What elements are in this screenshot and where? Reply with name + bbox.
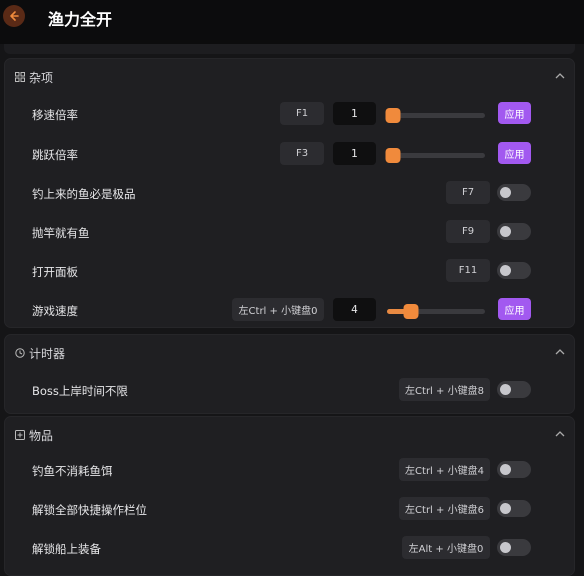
hotkey-badge: 左Ctrl + 小键盘4 (399, 458, 490, 481)
toggle-switch[interactable] (497, 184, 531, 201)
row-no-bait-consume: 钓鱼不消耗鱼饵 左Ctrl + 小键盘4 (5, 456, 574, 486)
slider-thumb[interactable] (385, 108, 401, 123)
hotkey-badge: F1 (280, 102, 324, 125)
section-items-header[interactable]: 物品 (5, 417, 574, 453)
toggle-switch[interactable] (497, 381, 531, 398)
section-timer-header[interactable]: 计时器 (5, 335, 574, 371)
chevron-up-icon[interactable] (555, 348, 565, 356)
row-label: 解锁船上装备 (32, 542, 101, 556)
row-open-panel: 打开面板 F11 (5, 257, 574, 287)
section-title: 物品 (29, 429, 54, 443)
row-label: 解锁全部快捷操作栏位 (32, 503, 147, 517)
row-label: 钓上来的鱼必是极品 (32, 187, 136, 201)
back-button[interactable] (3, 5, 25, 27)
hotkey-badge: F7 (446, 181, 490, 204)
hotkey-badge: F9 (446, 220, 490, 243)
plus-square-icon (15, 430, 25, 440)
toggle-switch[interactable] (497, 500, 531, 517)
top-bar: 渔力全开 (0, 0, 584, 44)
apply-button[interactable]: 应用 (498, 102, 531, 124)
apply-button[interactable]: 应用 (498, 142, 531, 164)
row-label: 抛竿就有鱼 (32, 226, 90, 240)
row-label: 移速倍率 (32, 108, 78, 122)
section-misc: 杂项 移速倍率 F1 1 应用 跳跃倍率 F3 1 应用 钓上来的鱼必是极品 F… (4, 58, 575, 328)
clock-icon (15, 348, 25, 358)
chevron-up-icon[interactable] (555, 430, 565, 438)
toggle-switch[interactable] (497, 262, 531, 279)
hotkey-badge: 左Ctrl + 小键盘6 (399, 497, 490, 520)
section-items: 物品 钓鱼不消耗鱼饵 左Ctrl + 小键盘4 解锁全部快捷操作栏位 左Ctrl… (4, 416, 575, 576)
row-label: 跳跃倍率 (32, 148, 78, 162)
section-title: 杂项 (29, 71, 54, 85)
row-unlock-hotbar: 解锁全部快捷操作栏位 左Ctrl + 小键盘6 (5, 495, 574, 525)
row-boss-no-limit: Boss上岸时间不限 左Ctrl + 小键盘8 (5, 376, 574, 406)
row-unlock-boat-gear: 解锁船上装备 左Alt + 小键盘0 (5, 534, 574, 564)
row-label: 打开面板 (32, 265, 78, 279)
section-title: 计时器 (29, 347, 66, 361)
page-title: 渔力全开 (48, 10, 113, 29)
collapsed-panel-edge (4, 44, 575, 54)
value-slider[interactable] (385, 148, 485, 163)
chevron-up-icon[interactable] (555, 72, 565, 80)
value-input[interactable]: 1 (333, 142, 376, 165)
hotkey-badge: 左Ctrl + 小键盘8 (399, 378, 490, 401)
section-timer: 计时器 Boss上岸时间不限 左Ctrl + 小键盘8 (4, 334, 575, 414)
toggle-switch[interactable] (497, 223, 531, 240)
row-fish-legendary: 钓上来的鱼必是极品 F7 (5, 179, 574, 209)
row-label: Boss上岸时间不限 (32, 384, 128, 398)
grid-icon (15, 72, 25, 82)
row-label: 游戏速度 (32, 304, 78, 318)
row-move-speed: 移速倍率 F1 1 应用 (5, 100, 574, 130)
row-jump-multiplier: 跳跃倍率 F3 1 应用 (5, 140, 574, 170)
value-slider[interactable] (387, 304, 485, 319)
section-misc-header[interactable]: 杂项 (5, 59, 574, 95)
arrow-left-icon (10, 11, 19, 21)
row-instant-bite: 抛竿就有鱼 F9 (5, 218, 574, 248)
slider-thumb[interactable] (403, 304, 419, 319)
value-input[interactable]: 1 (333, 102, 376, 125)
hotkey-badge: F3 (280, 142, 324, 165)
row-label: 钓鱼不消耗鱼饵 (32, 464, 113, 478)
value-input[interactable]: 4 (333, 298, 376, 321)
value-slider[interactable] (385, 108, 485, 123)
toggle-switch[interactable] (497, 461, 531, 478)
toggle-switch[interactable] (497, 539, 531, 556)
hotkey-badge: 左Alt + 小键盘0 (402, 536, 490, 559)
apply-button[interactable]: 应用 (498, 298, 531, 320)
row-game-speed: 游戏速度 左Ctrl + 小键盘0 4 应用 (5, 296, 574, 326)
slider-thumb[interactable] (385, 148, 401, 163)
hotkey-badge: F11 (446, 259, 490, 282)
hotkey-badge: 左Ctrl + 小键盘0 (232, 298, 324, 321)
